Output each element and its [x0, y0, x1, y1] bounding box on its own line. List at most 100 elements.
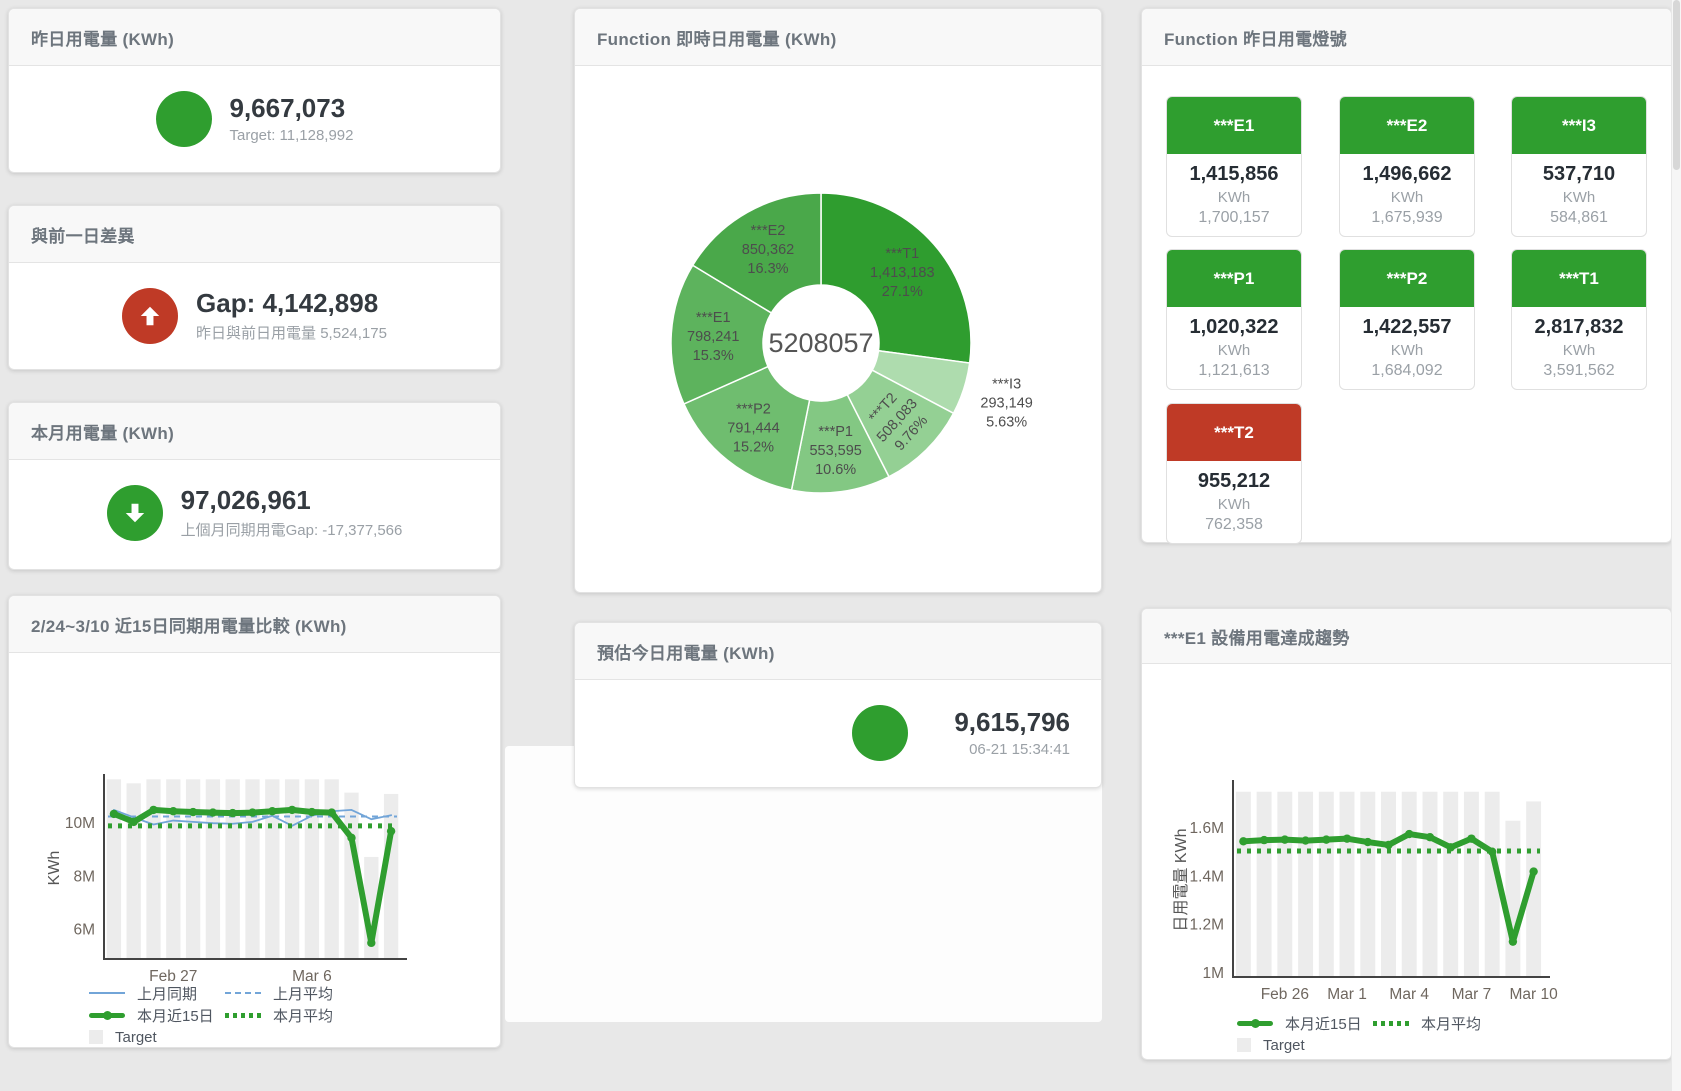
card-15day-compare-chart: 2/24~3/10 近15日同期用電量比較 (KWh) 6M 8M 10M Feb 2…	[8, 595, 501, 1048]
yesterday-usage-value: 9,667,073	[230, 94, 354, 124]
svg-text:Feb 27: Feb 27	[149, 968, 197, 983]
tile-unit: KWh	[1512, 342, 1646, 359]
card-yesterday-usage: 昨日用電量 (KWh) 9,667,073 Target: 11,128,992	[8, 8, 501, 173]
card-header: ***E1 設備用電達成趨勢	[1142, 609, 1671, 664]
tile-target: 1,121,613	[1167, 362, 1301, 389]
card-realtime-donut: Function 即時日用電量 (KWh) ***T11,413,18327.1…	[574, 8, 1102, 593]
card-title: 本月用電量 (KWh)	[31, 419, 174, 444]
legend-row: Target	[89, 1028, 361, 1046]
card-month-usage: 本月用電量 (KWh) 97,026,961 上個月同期用電Gap: -17,3…	[8, 402, 501, 570]
tile-unit: KWh	[1512, 189, 1646, 206]
compare-chart-legend: 上月同期 上月平均本月近15日 本月平均 Target	[89, 984, 361, 1046]
light-tile-T2[interactable]: ***T2955,212KWh762,358	[1166, 403, 1302, 544]
tile-unit: KWh	[1167, 496, 1301, 513]
legend-row: 本月近15日 本月平均	[89, 1006, 361, 1024]
tile-label: ***P2	[1340, 250, 1474, 307]
card-gap-prev-day: 與前一日差異 Gap: 4,142,898 昨日與前日用電量 5,524,175	[8, 205, 501, 370]
legend-item[interactable]: 上月平均	[225, 983, 361, 1004]
tile-unit: KWh	[1167, 189, 1301, 206]
light-tile-E1[interactable]: ***E1 1,415,856 KWh 1,700,157	[1166, 96, 1302, 237]
light-tile-P2[interactable]: ***P21,422,557KWh1,684,092	[1339, 249, 1475, 390]
card-estimate-today: 預估今日用電量 (KWh) 9,615,796 06-21 15:34:41	[574, 622, 1102, 788]
svg-text:日用電量 KWh: 日用電量 KWh	[1173, 828, 1190, 931]
legend-item[interactable]: 本月近15日	[89, 1005, 225, 1026]
legend-label: 本月近15日	[137, 1005, 214, 1026]
light-tile-I3[interactable]: ***I3537,710KWh584,861	[1511, 96, 1647, 237]
legend-item[interactable]: Target	[1237, 1037, 1373, 1054]
legend-swatch	[1373, 1021, 1409, 1026]
tile-grid: ***E1 1,415,856 KWh 1,700,157 ***E2 1,496,662…	[1142, 66, 1671, 542]
card-title: Function 昨日用電燈號	[1164, 25, 1347, 50]
card-e1-trend-chart: ***E1 設備用電達成趨勢 1M1.2M1.4M1.6MFeb 26Mar 1…	[1141, 608, 1672, 1060]
tile-label: ***E2	[1340, 97, 1474, 154]
gap-sub: 昨日與前日用電量 5,524,175	[196, 322, 387, 343]
tile-label: ***P1	[1167, 250, 1301, 307]
tile-target: 762,358	[1167, 516, 1301, 543]
dashboard: 昨日用電量 (KWh) 9,667,073 Target: 11,128,992…	[0, 0, 1681, 1091]
tile-unit: KWh	[1167, 342, 1301, 359]
legend-label: 本月平均	[273, 1005, 333, 1026]
legend-item[interactable]: 上月同期	[89, 983, 225, 1004]
svg-text:Mar 1: Mar 1	[1327, 986, 1367, 1003]
scrollbar[interactable]	[1671, 0, 1681, 1091]
legend-item[interactable]: 本月平均	[1373, 1013, 1509, 1034]
gap-value: Gap: 4,142,898	[196, 289, 387, 319]
card-title: 昨日用電量 (KWh)	[31, 25, 174, 50]
card-title: 與前一日差異	[31, 222, 135, 247]
svg-text:Mar 10: Mar 10	[1510, 986, 1559, 1003]
tile-value: 1,496,662	[1340, 163, 1474, 186]
legend-swatch	[1237, 1021, 1273, 1026]
legend-item[interactable]: 本月近15日	[1237, 1013, 1373, 1034]
card-title: Function 即時日用電量 (KWh)	[597, 25, 837, 50]
estimate-timestamp: 06-21 15:34:41	[954, 741, 1070, 758]
card-header: 2/24~3/10 近15日同期用電量比較 (KWh)	[9, 596, 500, 653]
legend-swatch	[225, 1013, 261, 1018]
legend-item[interactable]: Target	[89, 1029, 225, 1046]
card-title: 預估今日用電量 (KWh)	[597, 639, 775, 664]
legend-label: 本月平均	[1421, 1013, 1481, 1034]
legend-swatch	[89, 1013, 125, 1018]
svg-text:1.4M: 1.4M	[1190, 868, 1224, 885]
svg-text:5208057: 5208057	[768, 328, 873, 358]
legend-swatch	[225, 992, 261, 994]
scrollbar-thumb[interactable]	[1673, 0, 1680, 170]
card-title: 2/24~3/10 近15日同期用電量比較 (KWh)	[31, 612, 347, 637]
svg-text:***I3293,1495.63%: ***I3293,1495.63%	[980, 377, 1032, 431]
stat-row: 97,026,961 上個月同期用電Gap: -17,377,566	[9, 460, 500, 566]
legend-row: 本月近15日 本月平均	[1237, 1014, 1509, 1032]
month-usage-gap: 上個月同期用電Gap: -17,377,566	[181, 519, 403, 540]
svg-text:8M: 8M	[73, 868, 95, 885]
tile-label: ***E1	[1167, 97, 1301, 154]
light-tile-E2[interactable]: ***E2 1,496,662 KWh 1,675,939	[1339, 96, 1475, 237]
tile-value: 1,020,322	[1167, 316, 1301, 339]
legend-label: 本月近15日	[1285, 1013, 1362, 1034]
tile-label: ***I3	[1512, 97, 1646, 154]
light-tile-T1[interactable]: ***T1 2,817,832 KWh 3,591,562	[1511, 249, 1647, 390]
legend-swatch	[1237, 1038, 1251, 1052]
tile-value: 537,710	[1512, 163, 1646, 186]
svg-text:1.6M: 1.6M	[1190, 820, 1224, 837]
compare-chart: 6M8M10MFeb 27Mar 6KWh	[9, 653, 500, 983]
light-tile-P1[interactable]: ***P1 1,020,322 KWh 1,121,613	[1166, 249, 1302, 390]
tile-value: 1,415,856	[1167, 163, 1301, 186]
svg-text:10M: 10M	[65, 815, 95, 832]
tile-target: 1,675,939	[1340, 209, 1474, 236]
svg-text:1.2M: 1.2M	[1190, 917, 1224, 934]
tile-target: 3,591,562	[1512, 362, 1646, 389]
legend-item[interactable]: 本月平均	[225, 1005, 361, 1026]
svg-text:6M: 6M	[73, 922, 95, 939]
tile-unit: KWh	[1340, 189, 1474, 206]
card-header: Function 即時日用電量 (KWh)	[575, 9, 1101, 66]
tile-value: 2,817,832	[1512, 316, 1646, 339]
stat-row: Gap: 4,142,898 昨日與前日用電量 5,524,175	[9, 263, 500, 369]
card-title: ***E1 設備用電達成趨勢	[1164, 624, 1350, 649]
e1-trend-chart: 1M1.2M1.4M1.6MFeb 26Mar 1Mar 4Mar 7Mar 1…	[1142, 664, 1671, 1009]
legend-label: 上月同期	[137, 983, 197, 1004]
card-header: Function 昨日用電燈號	[1142, 9, 1671, 66]
tile-target: 1,684,092	[1340, 362, 1474, 389]
tile-value: 955,212	[1167, 470, 1301, 493]
tile-target: 1,700,157	[1167, 209, 1301, 236]
arrow-down-icon	[107, 485, 163, 541]
card-header: 本月用電量 (KWh)	[9, 403, 500, 460]
tile-label: ***T1	[1512, 250, 1646, 307]
